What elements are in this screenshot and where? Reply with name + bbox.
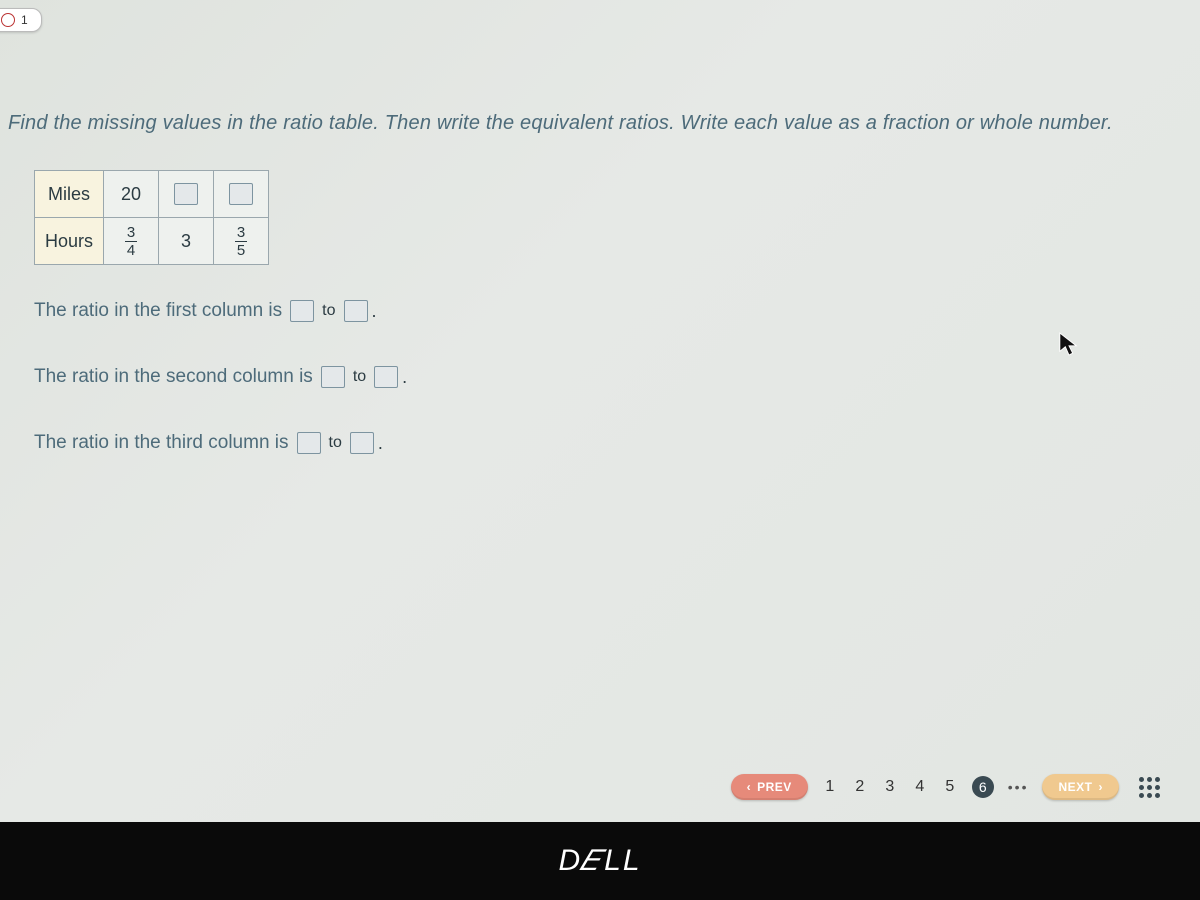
ratio-table: Miles 20 Hours 3 4 3 3 5 xyxy=(34,170,269,265)
answer-sentences: The ratio in the first column is to . Th… xyxy=(34,300,407,498)
answer-box[interactable] xyxy=(290,300,314,322)
table-row: Miles 20 xyxy=(35,171,269,218)
answer-box[interactable] xyxy=(229,183,253,205)
hours-col3-value: 3 5 xyxy=(214,218,269,265)
prev-label: PREV xyxy=(757,780,792,794)
fraction: 3 4 xyxy=(125,225,137,258)
answer-box[interactable] xyxy=(297,432,321,454)
period: . xyxy=(372,301,377,322)
next-label: NEXT xyxy=(1058,780,1092,794)
page-link-4[interactable]: 4 xyxy=(912,778,928,796)
chevron-left-icon: ‹ xyxy=(747,780,752,794)
answer-box[interactable] xyxy=(374,366,398,388)
to-word: to xyxy=(329,434,342,452)
answer-box[interactable] xyxy=(350,432,374,454)
sentence-3-prefix: The ratio in the third column is xyxy=(34,432,289,454)
to-word: to xyxy=(353,368,366,386)
to-word: to xyxy=(322,302,335,320)
ratio-table-wrap: Miles 20 Hours 3 4 3 3 5 xyxy=(34,170,269,265)
record-icon xyxy=(1,13,15,27)
sentence-1-prefix: The ratio in the first column is xyxy=(34,300,282,322)
hours-col1-value: 3 4 xyxy=(104,218,159,265)
table-row: Hours 3 4 3 3 5 xyxy=(35,218,269,265)
page-current[interactable]: 6 xyxy=(972,776,994,798)
ellipsis: ••• xyxy=(1008,779,1029,795)
miles-col1-value: 20 xyxy=(104,171,159,218)
sentence-3: The ratio in the third column is to . xyxy=(34,432,407,454)
answer-box[interactable] xyxy=(174,183,198,205)
hours-col2-value: 3 xyxy=(159,218,214,265)
row-label-hours: Hours xyxy=(35,218,104,265)
page-link-1[interactable]: 1 xyxy=(822,778,838,796)
laptop-bezel: DELL xyxy=(0,822,1200,900)
dell-logo: DELL xyxy=(558,844,641,878)
page-link-5[interactable]: 5 xyxy=(942,778,958,796)
pagination-nav: ‹ PREV 1 2 3 4 5 6 ••• NEXT › xyxy=(0,774,1160,800)
chevron-right-icon: › xyxy=(1099,780,1104,794)
sentence-2: The ratio in the second column is to . xyxy=(34,366,407,388)
next-button[interactable]: NEXT › xyxy=(1042,774,1119,800)
cursor-icon xyxy=(1058,330,1080,358)
grid-menu-icon[interactable] xyxy=(1139,777,1160,798)
browser-tab-stub[interactable]: 1 xyxy=(0,8,42,32)
fraction: 3 5 xyxy=(235,225,247,258)
row-label-miles: Miles xyxy=(35,171,104,218)
question-instructions: Find the missing values in the ratio tab… xyxy=(8,112,1192,135)
period: . xyxy=(378,433,383,454)
prev-button[interactable]: ‹ PREV xyxy=(731,774,808,800)
period: . xyxy=(402,367,407,388)
answer-box[interactable] xyxy=(344,300,368,322)
page-link-3[interactable]: 3 xyxy=(882,778,898,796)
sentence-2-prefix: The ratio in the second column is xyxy=(34,366,313,388)
sentence-1: The ratio in the first column is to . xyxy=(34,300,407,322)
answer-box[interactable] xyxy=(321,366,345,388)
page-link-2[interactable]: 2 xyxy=(852,778,868,796)
app-screen: 1 Find the missing values in the ratio t… xyxy=(0,0,1200,900)
miles-col2-input[interactable] xyxy=(159,171,214,218)
tab-number: 1 xyxy=(21,13,28,27)
miles-col3-input[interactable] xyxy=(214,171,269,218)
